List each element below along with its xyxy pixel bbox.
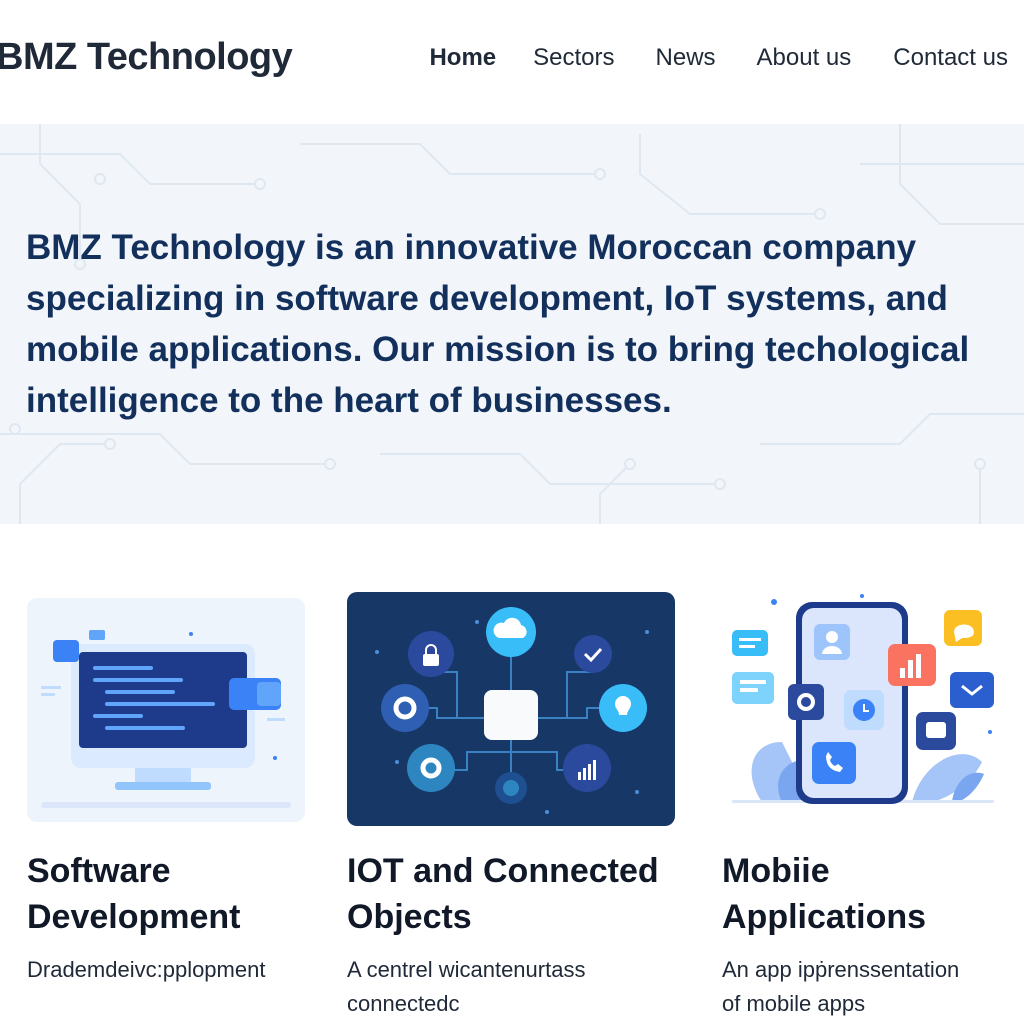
nav-contact-link[interactable]: Contact us <box>893 44 1008 72</box>
iot-network-illustration <box>347 592 675 826</box>
card-title-line1: IOT and Connected <box>347 852 659 890</box>
card-title-line2: Objects <box>347 898 472 936</box>
card-title-line2: Development <box>27 898 241 936</box>
code-monitor-illustration <box>27 598 305 822</box>
card-description-line1: Drademdeivc:pplopment <box>27 957 266 982</box>
card-title-line1: Software <box>27 852 171 890</box>
card-description-line2: connectedc <box>347 991 460 1016</box>
hero-description: BMZ Technology is an innovative Moroccan… <box>26 228 970 420</box>
card-title-line1: Mobiie <box>722 852 830 890</box>
card-description-line1: An app ipṗrenssentation <box>722 957 960 982</box>
card-title-line2: Applications <box>722 898 927 936</box>
mobile-apps-illustration <box>722 592 1002 816</box>
main-nav: Home Sectors News About us Contact us <box>429 44 1008 72</box>
nav-sectors-link[interactable]: Sectors <box>533 44 614 72</box>
hero-section: BMZ Technology is an innovative Moroccan… <box>0 124 1024 524</box>
service-card-software[interactable]: Software Development Drademdeivc:pplopme… <box>27 592 307 982</box>
nav-about-link[interactable]: About us <box>757 44 852 72</box>
nav-home-link[interactable]: Home <box>429 44 496 72</box>
site-logo[interactable]: BMZ Technology <box>0 36 293 79</box>
service-card-iot[interactable]: IOT and Connected Objects A centrel wica… <box>347 592 677 1016</box>
card-description-line1: A centrel wicantenurtass <box>347 957 586 982</box>
nav-news-link[interactable]: News <box>656 44 716 72</box>
card-description-line2: of mobile apps <box>722 991 866 1016</box>
site-header: BMZ Technology Home Sectors News About u… <box>0 0 1024 124</box>
